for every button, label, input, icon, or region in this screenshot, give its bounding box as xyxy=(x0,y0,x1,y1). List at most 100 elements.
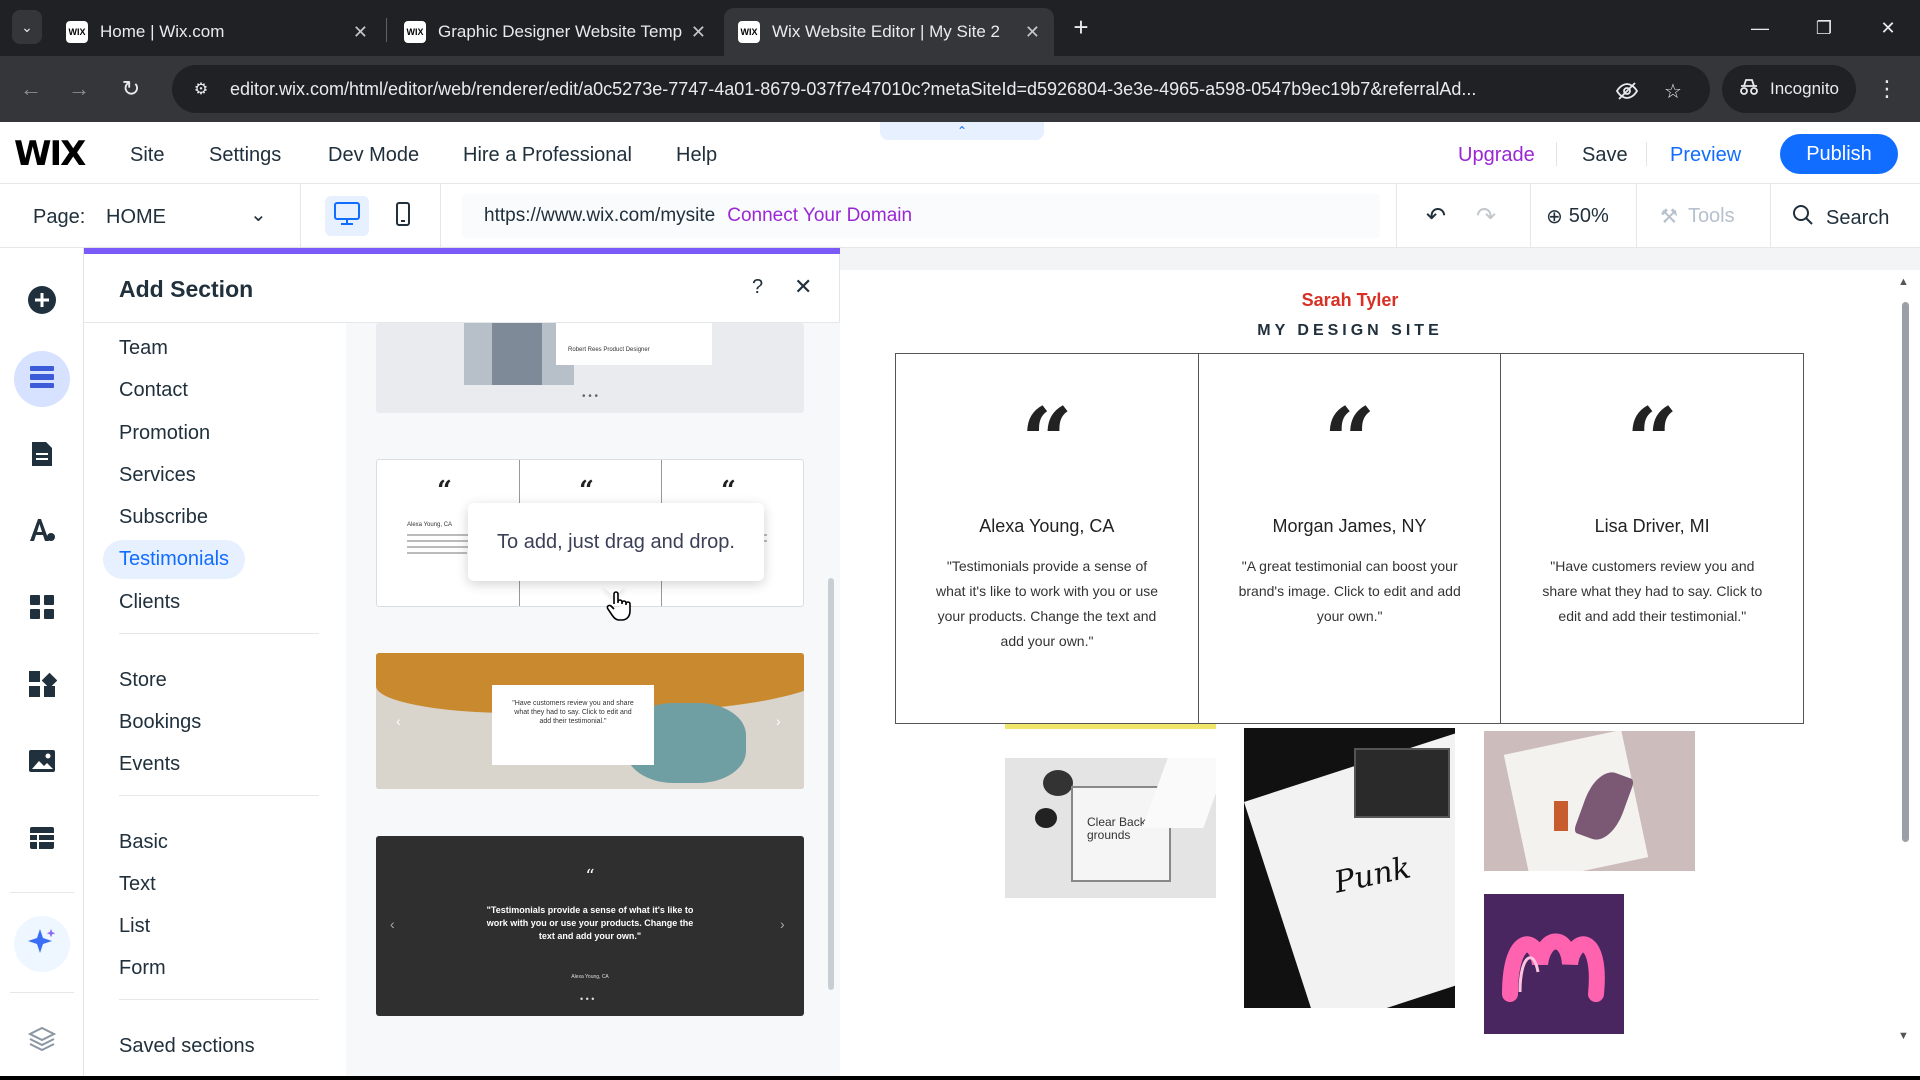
add-elements-button[interactable] xyxy=(14,274,70,330)
address-bar[interactable]: ⚙ editor.wix.com/html/editor/web/rendere… xyxy=(172,65,1710,113)
category-subscribe[interactable]: Subscribe xyxy=(119,506,208,529)
preview-button[interactable]: Preview xyxy=(1670,144,1741,167)
tools-button[interactable]: ⚒ Tools xyxy=(1660,204,1735,229)
category-services[interactable]: Services xyxy=(119,464,196,487)
close-icon[interactable]: ✕ xyxy=(794,274,812,300)
back-button[interactable]: ← xyxy=(14,72,48,106)
browser-tab-3-active[interactable]: WIX Wix Website Editor | My Site 2 ✕ xyxy=(724,8,1054,56)
category-text[interactable]: Text xyxy=(119,873,156,896)
save-button[interactable]: Save xyxy=(1582,144,1628,167)
browser-menu-button[interactable]: ⋮ xyxy=(1874,72,1900,106)
ai-assistant-button[interactable] xyxy=(14,916,70,972)
mobile-view-button[interactable] xyxy=(381,196,425,236)
apps-button[interactable] xyxy=(14,581,70,637)
category-list[interactable]: List xyxy=(119,915,150,938)
menu-dev-mode[interactable]: Dev Mode xyxy=(328,144,419,167)
gallery-image-4[interactable] xyxy=(1484,894,1624,1034)
tab-search-button[interactable]: ⌄ xyxy=(12,10,42,44)
testimonial-author[interactable]: Alexa Young, CA xyxy=(896,516,1198,537)
category-testimonials[interactable]: Testimonials xyxy=(103,540,246,579)
close-window-button[interactable]: ✕ xyxy=(1868,10,1908,46)
category-clients[interactable]: Clients xyxy=(119,591,180,614)
triangle-up-icon[interactable]: ▲ xyxy=(1898,276,1909,288)
forward-button[interactable]: → xyxy=(62,72,96,106)
zoom-button[interactable]: ⊕ 50% xyxy=(1546,204,1609,229)
desktop-view-button[interactable] xyxy=(325,196,369,236)
pages-button[interactable] xyxy=(14,428,70,484)
wix-favicon-icon: WIX xyxy=(738,21,760,43)
site-url[interactable]: https://www.wix.com/mysite xyxy=(484,205,715,227)
canvas-scrollbar[interactable] xyxy=(1902,302,1909,842)
reload-button[interactable]: ↻ xyxy=(114,72,148,106)
browser-tab-2[interactable]: WIX Graphic Designer Website Temp ✕ xyxy=(390,8,720,56)
section-thumbnail-3[interactable]: "Have customers review you and share wha… xyxy=(376,653,804,789)
help-icon[interactable]: ? xyxy=(752,276,763,299)
section-thumbnail-4[interactable]: “ "Testimonials provide a sense of what … xyxy=(376,836,804,1016)
close-icon[interactable]: ✕ xyxy=(1025,22,1040,43)
add-section-button[interactable] xyxy=(14,351,70,407)
browser-toolbar: ← → ↻ ⚙ editor.wix.com/html/editor/web/r… xyxy=(0,56,1920,122)
testimonial-card[interactable]: “ Morgan James, NY "A great testimonial … xyxy=(1199,354,1502,723)
testimonial-card[interactable]: “ Lisa Driver, MI "Have customers review… xyxy=(1501,354,1803,723)
panel-scrollbar[interactable] xyxy=(828,578,834,990)
eye-off-icon[interactable] xyxy=(1614,78,1640,104)
connect-domain-link[interactable]: Connect Your Domain xyxy=(727,205,912,227)
incognito-badge[interactable]: Incognito xyxy=(1722,65,1856,113)
media-button[interactable] xyxy=(14,735,70,791)
category-bookings[interactable]: Bookings xyxy=(119,711,201,734)
redo-icon[interactable]: ↷ xyxy=(1476,202,1496,231)
page-selector[interactable]: HOME xyxy=(106,206,166,229)
testimonial-card[interactable]: “ Alexa Young, CA "Testimonials provide … xyxy=(896,354,1199,723)
category-events[interactable]: Events xyxy=(119,753,180,776)
testimonials-section[interactable]: “ Alexa Young, CA "Testimonials provide … xyxy=(895,353,1804,724)
browser-tab-1[interactable]: WIX Home | Wix.com ✕ xyxy=(52,8,382,56)
testimonial-author[interactable]: Morgan James, NY xyxy=(1199,516,1501,537)
text-line xyxy=(407,546,477,548)
category-promotion[interactable]: Promotion xyxy=(119,422,210,445)
business-apps-button[interactable] xyxy=(14,658,70,714)
testimonial-text[interactable]: "Have customers review you and share wha… xyxy=(1539,554,1765,629)
site-tagline[interactable]: MY DESIGN SITE xyxy=(1200,322,1500,340)
chevron-down-icon[interactable]: ⌄ xyxy=(250,202,267,227)
quote-icon: “ xyxy=(721,476,736,506)
restore-button[interactable]: ❐ xyxy=(1804,10,1844,46)
minimize-button[interactable]: — xyxy=(1740,10,1780,46)
collapse-top-bar-button[interactable]: ⌃ xyxy=(880,122,1044,140)
gallery-image-2[interactable]: Punk xyxy=(1244,728,1455,1008)
menu-hire-professional[interactable]: Hire a Professional xyxy=(463,144,632,167)
category-form[interactable]: Form xyxy=(119,957,166,980)
cms-button[interactable] xyxy=(14,812,70,868)
publish-button[interactable]: Publish xyxy=(1780,134,1898,174)
category-team[interactable]: Team xyxy=(119,337,168,360)
testimonial-text[interactable]: "A great testimonial can boost your bran… xyxy=(1237,554,1463,629)
undo-icon[interactable]: ↶ xyxy=(1426,202,1446,231)
wix-logo[interactable]: WIX xyxy=(14,134,86,174)
close-icon[interactable]: ✕ xyxy=(691,22,706,43)
upgrade-link[interactable]: Upgrade xyxy=(1458,144,1535,167)
site-info-icon[interactable]: ⚙ xyxy=(190,78,212,100)
category-saved-sections[interactable]: Saved sections xyxy=(119,1035,255,1058)
category-contact[interactable]: Contact xyxy=(119,379,188,402)
menu-site[interactable]: Site xyxy=(130,144,164,167)
section-thumbnail-1[interactable]: Robert Rees Product Designer • • • xyxy=(376,323,804,413)
url-text: editor.wix.com/html/editor/web/renderer/… xyxy=(230,78,1477,99)
category-store[interactable]: Store xyxy=(119,669,167,692)
chevron-down-icon: ⌄ xyxy=(21,18,33,35)
category-basic[interactable]: Basic xyxy=(119,831,168,854)
layers-button[interactable] xyxy=(14,1012,70,1068)
menu-help[interactable]: Help xyxy=(676,144,717,167)
incognito-icon xyxy=(1738,78,1760,101)
gallery-image-3[interactable] xyxy=(1484,731,1695,871)
triangle-down-icon[interactable]: ▼ xyxy=(1898,1030,1909,1042)
testimonial-text[interactable]: "Testimonials provide a sense of what it… xyxy=(934,554,1160,654)
site-name[interactable]: Sarah Tyler xyxy=(1297,290,1403,311)
gallery-image-1[interactable]: Clear Back-grounds xyxy=(1005,758,1216,898)
menu-settings[interactable]: Settings xyxy=(209,144,281,167)
search-button[interactable]: Search xyxy=(1792,204,1889,232)
star-icon[interactable]: ☆ xyxy=(1660,78,1686,104)
testimonial-author[interactable]: Lisa Driver, MI xyxy=(1501,516,1803,537)
site-design-button[interactable] xyxy=(14,504,70,560)
close-icon[interactable]: ✕ xyxy=(353,22,368,43)
new-tab-button[interactable]: + xyxy=(1066,12,1096,42)
plus-icon: + xyxy=(1073,11,1089,42)
